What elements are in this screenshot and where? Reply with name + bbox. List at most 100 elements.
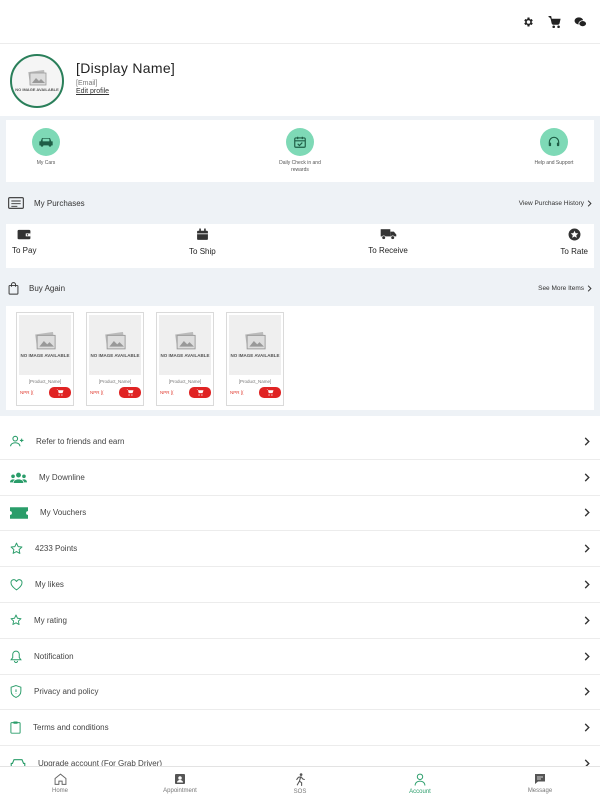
heart-outline-icon	[10, 578, 23, 591]
order-label: To Ship	[189, 247, 216, 256]
view-purchase-history-link[interactable]: View Purchase History	[519, 200, 592, 207]
nav-appointment[interactable]: Appointment	[140, 773, 220, 794]
image-placeholder-icon	[35, 331, 56, 350]
no-image-text: NO IMAGE AVAILABLE	[230, 352, 280, 358]
order-label: To Receive	[368, 246, 408, 255]
menu-points[interactable]: 4233 Points	[0, 531, 600, 568]
order-to-receive[interactable]: To Receive	[368, 228, 408, 268]
nav-label: SOS	[293, 788, 307, 795]
nav-label: Account	[409, 788, 431, 795]
product-price: NPR [(	[230, 390, 244, 395]
purchases-section-header: My Purchases View Purchase History	[0, 190, 600, 216]
feature-label: Daily Check in and rewards	[279, 160, 321, 173]
purchases-list-icon	[8, 197, 24, 209]
edit-profile-link[interactable]: Edit profile	[76, 88, 175, 95]
buy-again-title: Buy Again	[29, 283, 66, 293]
account-menu: Refer to friends and earn My Downline My…	[0, 424, 600, 782]
product-card[interactable]: NO IMAGE AVAILABLE [Product_Name] NPR [(	[86, 312, 144, 406]
chevron-right-icon	[584, 616, 590, 625]
avatar[interactable]: NO IMAGE AVAILABLE	[10, 54, 64, 108]
menu-label: My likes	[35, 580, 64, 590]
star-outline-icon	[10, 542, 23, 555]
chevron-right-icon	[584, 652, 590, 661]
no-image-text: NO IMAGE AVAILABLE	[160, 352, 210, 358]
menu-terms-conditions[interactable]: Terms and conditions	[0, 710, 600, 747]
product-card[interactable]: NO IMAGE AVAILABLE [Product_Name] NPR [(	[226, 312, 284, 406]
order-label: To Pay	[12, 246, 37, 255]
chevron-right-icon	[584, 437, 590, 446]
order-to-ship[interactable]: To Ship	[189, 228, 216, 268]
menu-my-likes[interactable]: My likes	[0, 567, 600, 603]
menu-my-downline[interactable]: My Downline	[0, 460, 600, 496]
menu-label: My Vouchers	[40, 508, 87, 518]
nav-sos[interactable]: SOS	[260, 772, 340, 795]
add-to-cart-button[interactable]	[189, 387, 211, 398]
menu-privacy-policy[interactable]: Privacy and policy	[0, 675, 600, 711]
feature-label: Help and Support	[534, 160, 574, 166]
menu-my-rating[interactable]: My rating	[0, 603, 600, 639]
nav-label: Home	[51, 788, 68, 794]
nav-account[interactable]: Account	[380, 773, 460, 795]
order-to-pay[interactable]: To Pay	[12, 228, 36, 268]
shopping-bag-icon	[8, 281, 19, 295]
product-price: NPR [(	[160, 390, 174, 395]
cart-icon	[56, 389, 64, 396]
product-card[interactable]: NO IMAGE AVAILABLE [Product_Name] NPR [(	[156, 312, 214, 406]
product-card[interactable]: NO IMAGE AVAILABLE [Product_Name] NPR [(	[16, 312, 74, 406]
add-to-cart-button[interactable]	[49, 387, 71, 398]
menu-my-vouchers[interactable]: My Vouchers	[0, 496, 600, 532]
product-price: NPR [(	[20, 390, 34, 395]
product-image-placeholder: NO IMAGE AVAILABLE	[229, 315, 281, 375]
chevron-right-icon	[587, 284, 592, 292]
view-purchase-history-label: View Purchase History	[518, 199, 584, 207]
image-placeholder-icon	[105, 331, 126, 350]
email-text: [Email]	[76, 80, 98, 87]
order-label: To Rate	[560, 247, 588, 256]
cart-icon	[126, 389, 134, 396]
cart-icon	[266, 389, 274, 396]
cart-icon	[196, 389, 204, 396]
menu-refer-friends[interactable]: Refer to friends and earn	[0, 424, 600, 460]
menu-label: My Downline	[39, 472, 85, 482]
gear-icon[interactable]	[520, 14, 536, 30]
buy-again-section-header: Buy Again See More Items	[0, 275, 600, 301]
chevron-right-icon	[584, 687, 590, 697]
chevron-right-icon	[584, 723, 590, 732]
menu-label: Terms and conditions	[33, 723, 109, 733]
product-image-placeholder: NO IMAGE AVAILABLE	[89, 315, 141, 375]
chat-icon[interactable]	[572, 14, 588, 30]
purchases-title: My Purchases	[34, 198, 85, 208]
menu-notification[interactable]: Notification	[0, 639, 600, 675]
nav-message[interactable]: Message	[500, 773, 580, 794]
message-icon	[535, 774, 545, 784]
buy-again-products: NO IMAGE AVAILABLE [Product_Name] NPR [(…	[6, 306, 594, 410]
nav-label: Appointment	[163, 788, 197, 794]
calendar-check-icon	[286, 128, 314, 156]
chevron-right-icon	[587, 199, 592, 207]
bottom-navigation: Home Appointment SOS Account Message	[0, 766, 600, 800]
truck-icon	[380, 229, 396, 240]
user-icon	[414, 773, 426, 786]
add-to-cart-button[interactable]	[259, 387, 281, 398]
headset-icon	[540, 128, 568, 156]
add-to-cart-button[interactable]	[119, 387, 141, 398]
chevron-right-icon	[584, 508, 590, 518]
feature-my-cars[interactable]: My Cars	[16, 128, 76, 182]
menu-label: My rating	[34, 615, 67, 625]
chevron-right-icon	[584, 580, 590, 589]
cart-icon[interactable]	[546, 14, 562, 30]
no-image-text: NO IMAGE AVAILABLE	[90, 352, 140, 358]
order-to-rate[interactable]: To Rate	[560, 228, 588, 268]
see-more-items-label: See More Items	[538, 284, 584, 292]
bell-icon	[10, 650, 22, 663]
see-more-items-link[interactable]: See More Items	[538, 285, 592, 292]
group-icon	[10, 472, 27, 483]
image-placeholder-icon	[245, 331, 266, 350]
profile-header: NO IMAGE AVAILABLE [Display Name] [Email…	[0, 44, 600, 116]
product-image-placeholder: NO IMAGE AVAILABLE	[19, 315, 71, 375]
feature-daily-checkin[interactable]: Daily Check in and rewards	[270, 128, 330, 182]
menu-label: 4233 Points	[35, 544, 78, 554]
feature-shortcuts: My Cars Daily Check in and rewards Help …	[6, 120, 594, 182]
feature-help-support[interactable]: Help and Support	[524, 128, 584, 182]
nav-home[interactable]: Home	[20, 773, 100, 794]
